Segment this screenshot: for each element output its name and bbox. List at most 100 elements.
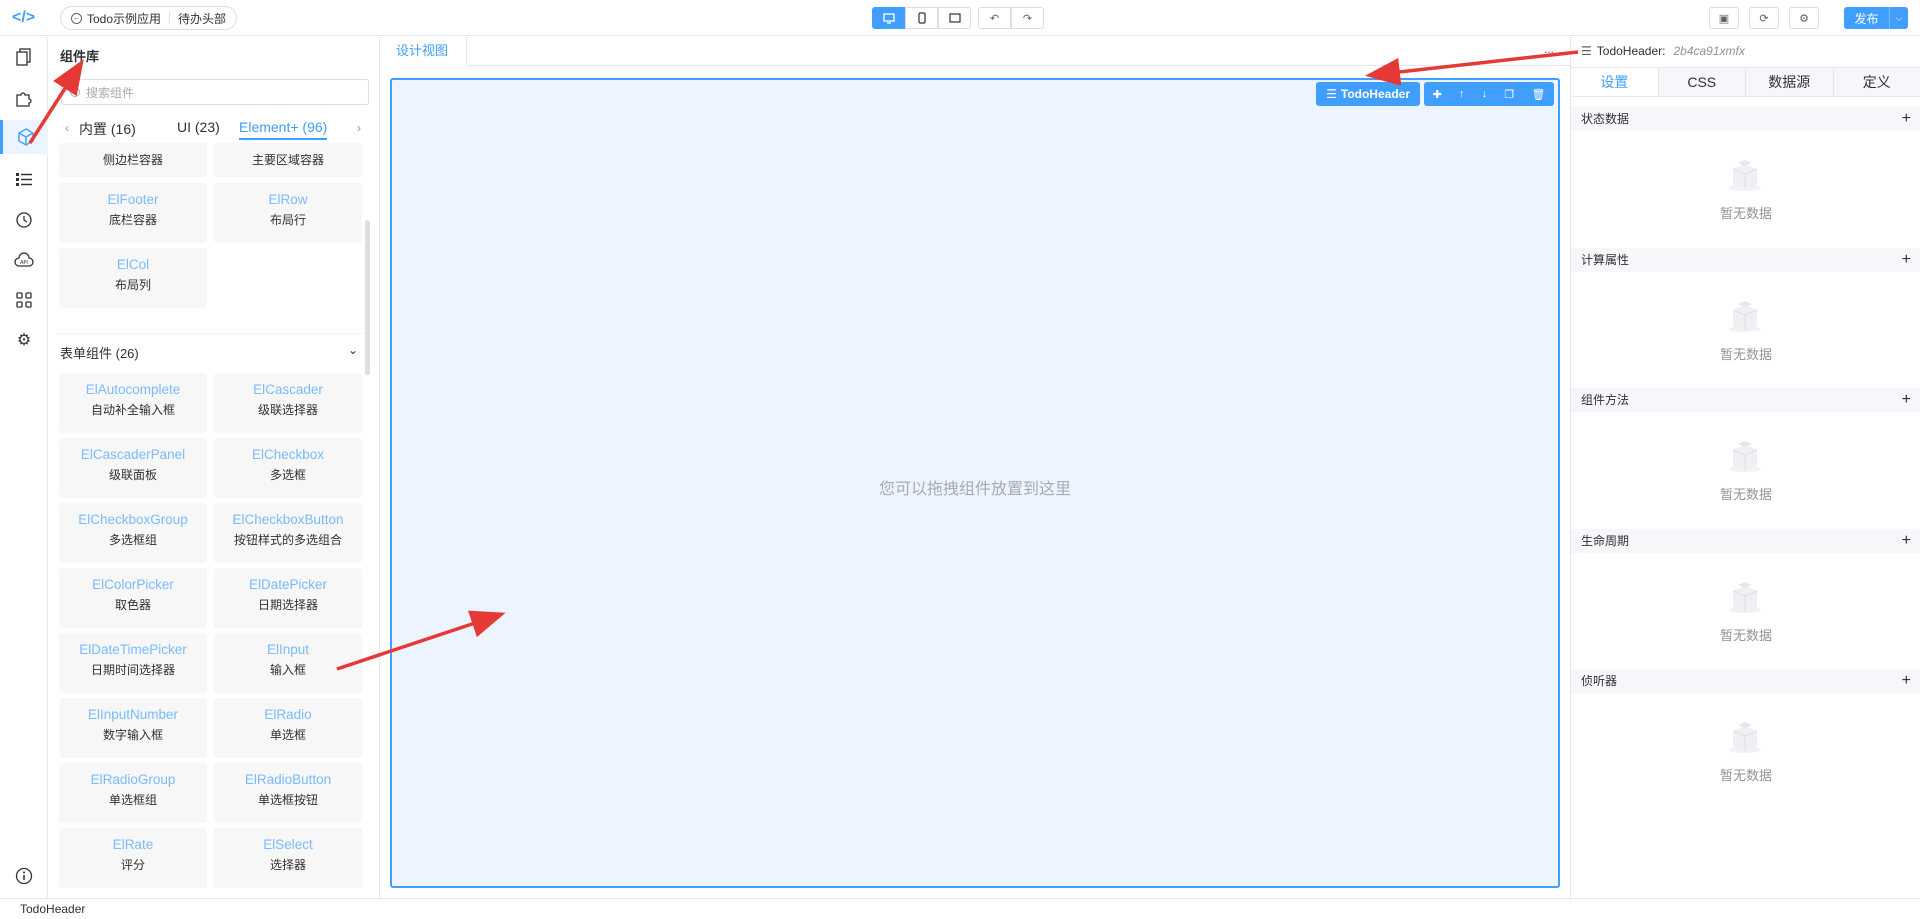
- desktop-view-button[interactable]: [872, 7, 905, 29]
- history-icon[interactable]: [12, 208, 36, 232]
- component-card[interactable]: ElCheckboxGroup 多选框组: [59, 503, 207, 563]
- card-desc: 布局列: [114, 278, 151, 292]
- card-desc: 单选框组: [108, 793, 157, 807]
- scan-icon: ▣: [1718, 12, 1730, 25]
- publish-dropdown-button[interactable]: ⌵: [1889, 7, 1908, 29]
- component-card[interactable]: ElRadioButton 单选框按钮: [214, 763, 362, 823]
- selected-component-tag[interactable]: ☰ TodoHeader: [1316, 82, 1420, 106]
- add-icon[interactable]: +: [1902, 388, 1911, 412]
- component-card[interactable]: ElDateTimePicker 日期时间选择器: [59, 633, 207, 693]
- component-card[interactable]: ElSelect 选择器: [214, 828, 362, 888]
- component-card[interactable]: ElCascaderPanel 级联面板: [59, 438, 207, 498]
- component-card[interactable]: ElRadioGroup 单选框组: [59, 763, 207, 823]
- component-card[interactable]: ElCheckboxButton 按钮样式的多选组合: [214, 503, 362, 563]
- component-card[interactable]: ElCol 布局列: [59, 248, 207, 308]
- add-icon[interactable]: +: [1902, 529, 1911, 553]
- component-card[interactable]: ElRow 布局行: [214, 183, 362, 243]
- components-cube-icon[interactable]: [0, 120, 48, 154]
- publish-button[interactable]: 发布: [1844, 7, 1889, 29]
- component-card[interactable]: ElRadio 单选框: [214, 698, 362, 758]
- card-name: ElDatePicker: [248, 577, 328, 592]
- library-scrollbar[interactable]: [365, 220, 370, 375]
- activity-bar: API ⚙: [0, 37, 48, 898]
- card-desc: 多选框: [269, 468, 306, 482]
- card-desc: 日期时间选择器: [90, 663, 175, 677]
- refresh-button[interactable]: ⟳: [1749, 7, 1779, 29]
- desktop-icon: [882, 12, 895, 24]
- redo-button[interactable]: ↷: [1011, 7, 1044, 29]
- card-name: ElInput: [266, 642, 310, 657]
- section-title: 表单组件 (26): [60, 346, 139, 361]
- component-card[interactable]: ElDatePicker 日期选择器: [214, 568, 362, 628]
- tablet-view-button[interactable]: [938, 7, 971, 29]
- panel-section: 生命周期 + 暂无数据: [1571, 528, 1920, 669]
- app-name: Todo示例应用: [87, 11, 162, 26]
- card-desc: 底栏容器: [108, 213, 157, 227]
- component-card[interactable]: ElCheckbox 多选框: [214, 438, 362, 498]
- tab-element-plus[interactable]: Element+ (96): [239, 119, 328, 140]
- section-title: 状态数据: [1581, 112, 1630, 126]
- tab-builtin[interactable]: 内置 (16): [79, 119, 136, 139]
- more-options-icon[interactable]: ...: [1544, 42, 1554, 56]
- component-card[interactable]: ElRate 评分: [59, 828, 207, 888]
- component-name: TodoHeader:: [1596, 44, 1666, 58]
- component-card[interactable]: ElInputNumber 数字输入框: [59, 698, 207, 758]
- settings-button[interactable]: ⚙: [1789, 7, 1819, 29]
- card-name: ElCascader: [253, 382, 323, 397]
- panel-section: 侦听器 + 暂无数据: [1571, 669, 1920, 809]
- form-section-header[interactable]: 表单组件 (26) ⌄: [60, 343, 364, 363]
- component-card[interactable]: ElAutocomplete 自动补全输入框: [59, 373, 207, 433]
- properties-tabs: 设置 CSS 数据源 定义: [1571, 67, 1920, 97]
- card-name: ElRate: [112, 837, 154, 852]
- copy-icon[interactable]: ❐: [1504, 88, 1514, 101]
- tabs-next-icon[interactable]: ›: [357, 121, 361, 135]
- component-card[interactable]: 主要区域容器: [214, 143, 362, 177]
- design-canvas[interactable]: ☰ TodoHeader ✚ ↑ ↓ ❐ 🗑 您可以拖拽组件放置到这里: [390, 78, 1560, 888]
- tab-settings[interactable]: 设置: [1571, 68, 1659, 96]
- undo-icon: ↶: [989, 12, 1000, 25]
- tab-datasource[interactable]: 数据源: [1746, 68, 1834, 96]
- move-up-icon[interactable]: ↑: [1459, 88, 1465, 100]
- tab-ui[interactable]: UI (23): [177, 119, 220, 135]
- add-icon[interactable]: +: [1902, 669, 1911, 693]
- add-icon[interactable]: +: [1902, 107, 1911, 131]
- component-card[interactable]: 侧边栏容器: [59, 143, 207, 177]
- card-name: ElSelect: [263, 837, 313, 852]
- puzzle-icon[interactable]: [12, 86, 36, 110]
- card-name: ElRow: [268, 192, 308, 207]
- component-card[interactable]: ElColorPicker 取色器: [59, 568, 207, 628]
- empty-box-icon: [1729, 300, 1761, 332]
- mobile-view-button[interactable]: [905, 7, 938, 29]
- tab-design-view[interactable]: 设计视图: [381, 37, 467, 65]
- api-cloud-icon[interactable]: API: [12, 248, 36, 272]
- outline-tree-icon[interactable]: [12, 168, 36, 192]
- empty-text: 暂无数据: [1719, 768, 1772, 783]
- history-controls: ↶ ↷: [978, 7, 1044, 29]
- mobile-icon: [917, 12, 926, 24]
- preview-button[interactable]: ▣: [1709, 7, 1739, 29]
- component-search-input[interactable]: 搜索组件: [61, 79, 369, 105]
- add-icon[interactable]: +: [1902, 248, 1911, 272]
- app-breadcrumb[interactable]: ← Todo示例应用 待办头部: [60, 6, 238, 30]
- panel-section: 组件方法 + 暂无数据: [1571, 388, 1920, 528]
- component-card[interactable]: ElCascader 级联选择器: [214, 373, 362, 433]
- empty-box-icon: [1729, 441, 1761, 472]
- move-down-icon[interactable]: ↓: [1482, 88, 1488, 100]
- apps-grid-icon[interactable]: [12, 288, 36, 312]
- card-name: ElInputNumber: [87, 707, 179, 722]
- tab-definition[interactable]: 定义: [1834, 68, 1920, 96]
- component-card[interactable]: ElInput 输入框: [214, 633, 362, 693]
- section-header: 生命周期 +: [1571, 528, 1920, 553]
- tab-css[interactable]: CSS: [1659, 68, 1746, 96]
- code-logo-icon[interactable]: </>: [12, 8, 38, 28]
- move-icon[interactable]: ✚: [1433, 88, 1442, 101]
- undo-button[interactable]: ↶: [978, 7, 1011, 29]
- delete-icon[interactable]: 🗑: [1531, 88, 1545, 101]
- pages-icon[interactable]: [12, 45, 36, 69]
- settings-gear-icon[interactable]: ⚙: [12, 328, 36, 352]
- info-icon[interactable]: [12, 864, 36, 888]
- component-card[interactable]: ElFooter 底栏容器: [59, 183, 207, 243]
- search-placeholder: 搜索组件: [86, 85, 135, 100]
- tabs-prev-icon[interactable]: ‹: [65, 121, 69, 135]
- card-desc: 侧边栏容器: [102, 153, 163, 167]
